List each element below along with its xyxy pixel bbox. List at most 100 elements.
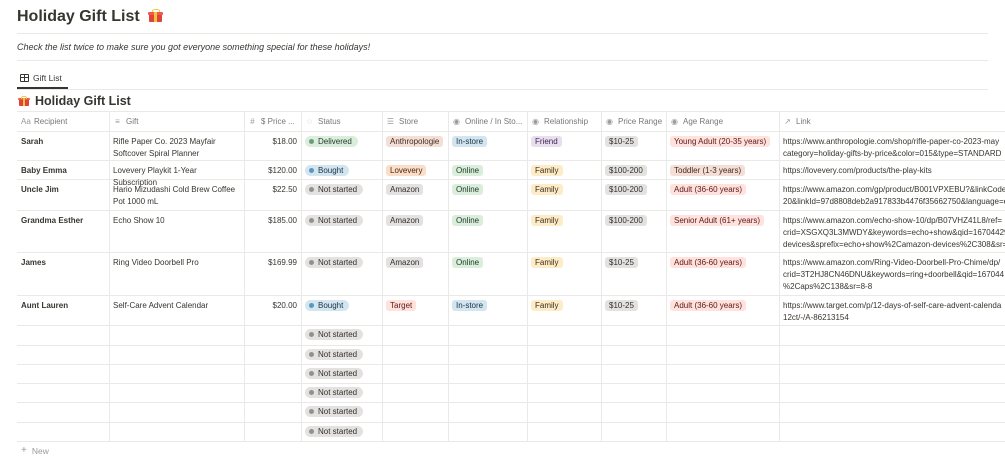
online-cell[interactable]: Online [448, 165, 527, 177]
price-value: $22.50 [272, 185, 297, 194]
text-type-icon: Aa [21, 116, 31, 126]
link-text: https://www.anthropologie.com/shop/rifle… [783, 137, 1002, 158]
store-cell[interactable]: Lovevery [382, 165, 448, 177]
price-value: $169.99 [268, 258, 297, 267]
recipient-cell[interactable]: Grandma Esther [17, 215, 109, 227]
store-cell[interactable]: Anthropologie [382, 136, 448, 148]
status-cell[interactable]: Not started [301, 387, 382, 399]
gift-cell[interactable]: Rifle Paper Co. 2023 Mayfair Softcover S… [109, 136, 244, 160]
column-header-2[interactable]: # $ Price ... [244, 111, 301, 131]
price-cell[interactable]: $169.99 [244, 257, 301, 269]
gift-icon [18, 96, 30, 106]
recipient-cell[interactable]: James [17, 257, 109, 269]
gift-name: Hario Mizudashi Cold Brew Coffee Pot 100… [113, 185, 236, 206]
relationship-cell[interactable]: Family [527, 215, 601, 227]
row-divider [17, 383, 1005, 384]
column-header-label: Recipient [34, 116, 68, 126]
column-header-3[interactable]: ◌ Status [301, 111, 382, 131]
price-cell[interactable]: $120.00 [244, 165, 301, 177]
relationship-cell[interactable]: Family [527, 257, 601, 269]
link-cell[interactable]: https://www.amazon.com/echo-show-10/dp/B… [779, 215, 1005, 251]
gift-cell[interactable]: Hario Mizudashi Cold Brew Coffee Pot 100… [109, 184, 244, 208]
price-range-cell[interactable]: $10-25 [601, 300, 666, 312]
online-cell[interactable]: Online [448, 257, 527, 269]
gift-cell[interactable]: Self-Care Advent Calendar [109, 300, 244, 312]
status-cell[interactable]: Not started [301, 368, 382, 380]
relationship-cell[interactable]: Family [527, 165, 601, 177]
column-header-5[interactable]: ◉ Online / In Sto... [448, 111, 527, 131]
price-cell[interactable]: $18.00 [244, 136, 301, 148]
column-header-label: Link [796, 116, 811, 126]
age-range-cell[interactable]: Adult (36-60 years) [666, 184, 779, 196]
link-cell[interactable]: https://www.amazon.com/gp/product/B001VP… [779, 184, 1005, 208]
store-cell[interactable]: Amazon [382, 184, 448, 196]
column-header-6[interactable]: ◉ Relationship [527, 111, 601, 131]
status-label: Bought [318, 166, 344, 175]
age-range-cell[interactable]: Adult (36-60 years) [666, 257, 779, 269]
recipient-cell[interactable]: Aunt Lauren [17, 300, 109, 312]
gift-cell[interactable]: Echo Show 10 [109, 215, 244, 227]
recipient-cell[interactable]: Uncle Jim [17, 184, 109, 196]
store-cell[interactable]: Amazon [382, 257, 448, 269]
row-divider [17, 441, 1005, 442]
price-range-cell[interactable]: $100-200 [601, 184, 666, 196]
status-cell[interactable]: Bought [301, 300, 382, 312]
online-cell[interactable]: In-store [448, 136, 527, 148]
status-badge: Not started [305, 349, 364, 360]
price-cell[interactable]: $20.00 [244, 300, 301, 312]
status-cell[interactable]: Bought [301, 165, 382, 177]
link-cell[interactable]: https://www.amazon.com/Ring-Video-Doorbe… [779, 257, 1005, 293]
link-cell[interactable]: https://lovevery.com/products/the-play-k… [779, 165, 1005, 177]
recipient-cell[interactable]: Baby Emma [17, 165, 109, 177]
link-cell[interactable]: https://www.anthropologie.com/shop/rifle… [779, 136, 1005, 160]
column-header-8[interactable]: ◉ Age Range [666, 111, 779, 131]
status-cell[interactable]: Not started [301, 184, 382, 196]
price-range-cell[interactable]: $100-200 [601, 215, 666, 227]
column-header-label: Gift [126, 116, 139, 126]
age-range-cell[interactable]: Toddler (1-3 years) [666, 165, 779, 177]
table-icon [20, 74, 29, 82]
relationship-cell[interactable]: Friend [527, 136, 601, 148]
online-cell[interactable]: Online [448, 184, 527, 196]
status-cell[interactable]: Not started [301, 257, 382, 269]
column-header-1[interactable]: ≡ Gift [109, 111, 244, 131]
gift-cell[interactable]: Ring Video Doorbell Pro [109, 257, 244, 269]
relationship-cell[interactable]: Family [527, 184, 601, 196]
price-range-cell[interactable]: $10-25 [601, 257, 666, 269]
age-range-cell[interactable]: Senior Adult (61+ years) [666, 215, 779, 227]
relationship-cell[interactable]: Family [527, 300, 601, 312]
column-header-4[interactable]: ☰ Store [382, 111, 448, 131]
recipient-cell[interactable]: Sarah [17, 136, 109, 148]
status-dot-icon [309, 303, 314, 308]
row-divider [17, 210, 1005, 211]
tab-gift-list[interactable]: Gift List [20, 69, 62, 87]
price-range-cell[interactable]: $10-25 [601, 136, 666, 148]
age-range-tag: Adult (36-60 years) [670, 184, 747, 195]
price-cell[interactable]: $185.00 [244, 215, 301, 227]
column-header-0[interactable]: Aa Recipient [17, 111, 109, 131]
link-cell[interactable]: https://www.target.com/p/12-days-of-self… [779, 300, 1005, 324]
store-cell[interactable]: Target [382, 300, 448, 312]
status-icon: ◌ [307, 116, 312, 126]
price-cell[interactable]: $22.50 [244, 184, 301, 196]
age-range-cell[interactable]: Young Adult (20-35 years) [666, 136, 779, 148]
status-cell[interactable]: Not started [301, 426, 382, 438]
column-header-7[interactable]: ◉ Price Range [601, 111, 666, 131]
status-cell[interactable]: Delivered [301, 136, 382, 148]
database-title[interactable]: Holiday Gift List [18, 94, 131, 108]
status-dot-icon [309, 332, 314, 337]
add-new-row-button[interactable]: + New [21, 445, 49, 456]
status-cell[interactable]: Not started [301, 215, 382, 227]
store-cell[interactable]: Amazon [382, 215, 448, 227]
status-dot-icon [309, 260, 314, 265]
age-range-cell[interactable]: Adult (36-60 years) [666, 300, 779, 312]
lines-icon: ≡ [115, 116, 120, 126]
status-cell[interactable]: Not started [301, 349, 382, 361]
status-cell[interactable]: Not started [301, 329, 382, 341]
online-cell[interactable]: In-store [448, 300, 527, 312]
price-range-cell[interactable]: $100-200 [601, 165, 666, 177]
price-range-tag: $10-25 [605, 300, 638, 311]
online-cell[interactable]: Online [448, 215, 527, 227]
status-cell[interactable]: Not started [301, 406, 382, 418]
column-header-9[interactable]: ↗ Link [779, 111, 1005, 131]
